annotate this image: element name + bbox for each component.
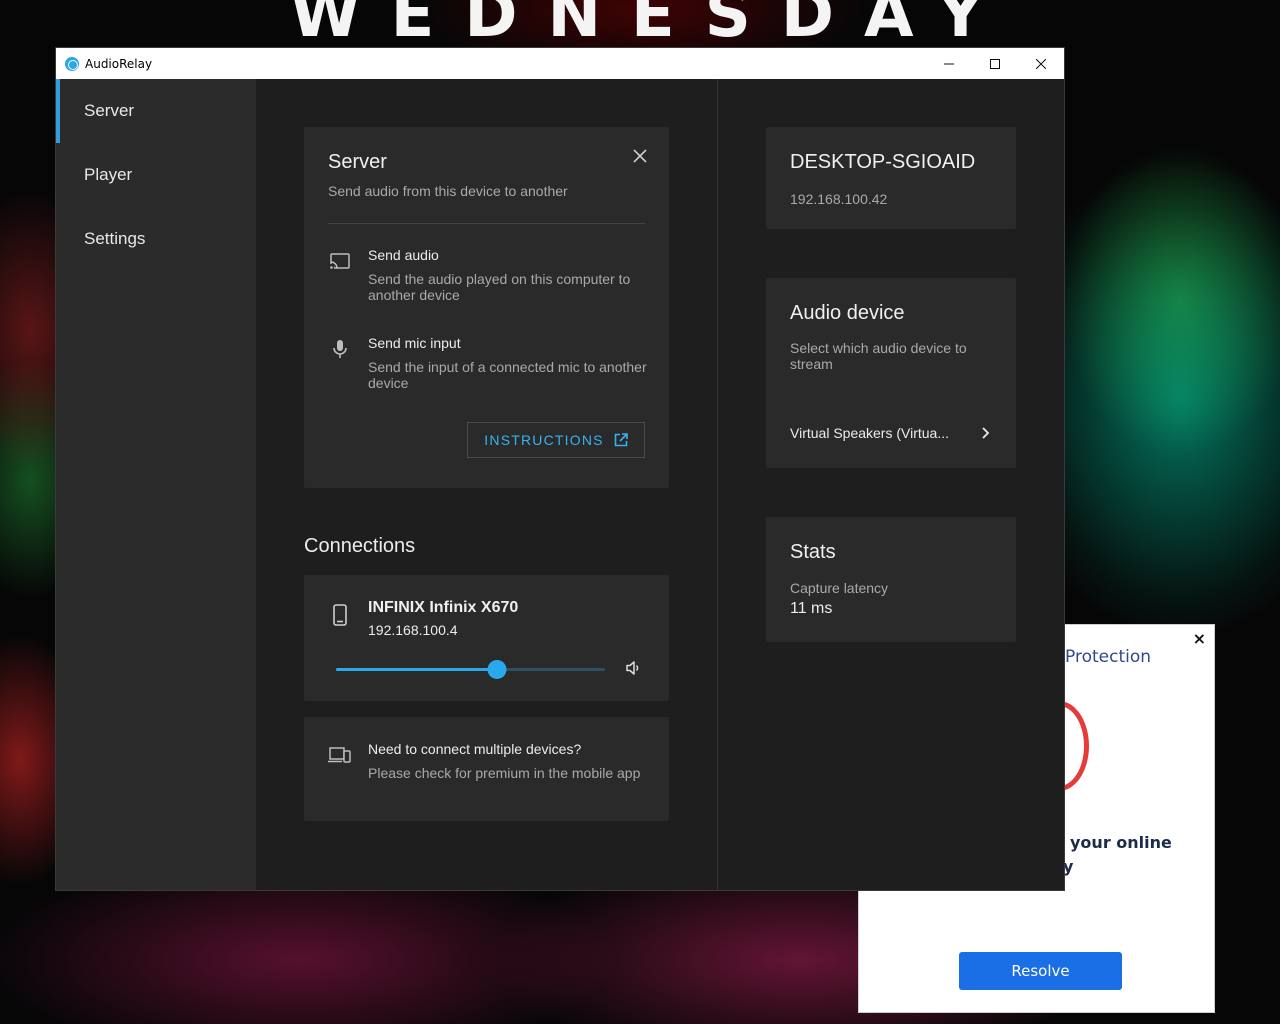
volume-icon[interactable] bbox=[625, 659, 643, 677]
app-window: AudioRelay Server Player Settings Server… bbox=[56, 48, 1064, 890]
mic-icon bbox=[333, 340, 347, 358]
audio-device-card: Audio device Select which audio device t… bbox=[766, 278, 1016, 468]
server-card: Server Send audio from this device to an… bbox=[304, 127, 669, 488]
selected-audio-device: Virtual Speakers (Virtua... bbox=[790, 425, 950, 441]
maximize-icon bbox=[990, 58, 1000, 69]
volume-slider[interactable] bbox=[336, 660, 605, 679]
instructions-button[interactable]: INSTRUCTIONS bbox=[467, 422, 645, 458]
window-title: AudioRelay bbox=[85, 56, 153, 71]
server-header: Server Send audio from this device to an… bbox=[328, 151, 568, 199]
audio-device-description: Select which audio device to stream bbox=[790, 340, 967, 372]
cast-icon bbox=[329, 253, 350, 270]
sidebar-item-player[interactable]: Player bbox=[56, 143, 256, 207]
stats-title: Stats bbox=[790, 541, 836, 563]
send-audio-title: Send audio bbox=[368, 247, 439, 263]
slider-thumb[interactable] bbox=[487, 660, 507, 679]
premium-description: Please check for premium in the mobile a… bbox=[368, 765, 641, 781]
close-window-button[interactable] bbox=[1018, 48, 1064, 79]
sidebar-item-settings[interactable]: Settings bbox=[56, 207, 256, 271]
close-server-card-button[interactable] bbox=[633, 149, 647, 168]
premium-card: Need to connect multiple devices? Please… bbox=[304, 717, 669, 821]
window-controls bbox=[926, 48, 1064, 79]
connection-card: INFINIX Infinix X670 192.168.100.4 bbox=[304, 575, 669, 701]
stats-card: Stats Capture latency 11 ms bbox=[766, 517, 1016, 642]
wallpaper-title: WEDNESDAY bbox=[290, 0, 990, 48]
close-icon bbox=[1036, 58, 1046, 69]
slider-fill bbox=[336, 668, 498, 671]
maximize-button[interactable] bbox=[972, 48, 1018, 79]
popup-close-button[interactable]: × bbox=[1193, 629, 1206, 648]
chevron-right-icon bbox=[982, 427, 990, 439]
server-subtitle: Send audio from this device to another bbox=[328, 183, 568, 199]
audio-device-selector[interactable]: Virtual Speakers (Virtua... bbox=[790, 422, 992, 444]
popup-text: your online bbox=[1070, 833, 1172, 852]
popup-title: Protection bbox=[1065, 647, 1152, 667]
pc-ip: 192.168.100.42 bbox=[790, 191, 888, 207]
sidebar-item-server[interactable]: Server bbox=[56, 79, 256, 143]
phone-icon bbox=[333, 604, 347, 626]
connections-heading: Connections bbox=[304, 535, 416, 557]
resolve-button[interactable]: Resolve bbox=[959, 952, 1122, 990]
app-logo-icon bbox=[65, 56, 79, 71]
column-divider bbox=[717, 79, 718, 890]
divider bbox=[328, 223, 645, 224]
sidebar-item-label: Player bbox=[84, 165, 133, 184]
minimize-button[interactable] bbox=[926, 48, 972, 79]
this-pc-card: DESKTOP-SGIOAID 192.168.100.42 bbox=[766, 127, 1016, 229]
latency-label: Capture latency bbox=[790, 580, 889, 596]
close-icon bbox=[633, 149, 647, 163]
sidebar-item-label: Settings bbox=[84, 229, 146, 248]
latency-value: 11 ms bbox=[790, 600, 833, 617]
sidebar: Server Player Settings bbox=[56, 79, 256, 890]
device-ip: 192.168.100.4 bbox=[368, 622, 458, 638]
instructions-label: INSTRUCTIONS bbox=[484, 432, 604, 448]
send-mic-description: Send the input of a connected mic to ano… bbox=[368, 359, 647, 391]
device-name: INFINIX Infinix X670 bbox=[368, 599, 519, 616]
send-mic-title: Send mic input bbox=[368, 335, 461, 351]
devices-icon bbox=[328, 747, 351, 763]
app-body: Server Player Settings Server Send audio… bbox=[56, 79, 1064, 890]
minimize-icon bbox=[944, 63, 954, 64]
premium-title: Need to connect multiple devices? bbox=[368, 741, 582, 757]
audio-device-title: Audio device bbox=[790, 302, 905, 324]
popup-text-2: y bbox=[1063, 857, 1074, 876]
hostname: DESKTOP-SGIOAID bbox=[790, 151, 976, 173]
send-audio-description: Send the audio played on this computer t… bbox=[368, 271, 631, 303]
sidebar-item-label: Server bbox=[84, 101, 135, 120]
main-content: Server Send audio from this device to an… bbox=[256, 79, 1064, 890]
external-link-icon bbox=[614, 433, 628, 447]
title-bar[interactable]: AudioRelay bbox=[56, 48, 1064, 79]
server-title: Server bbox=[328, 151, 387, 173]
